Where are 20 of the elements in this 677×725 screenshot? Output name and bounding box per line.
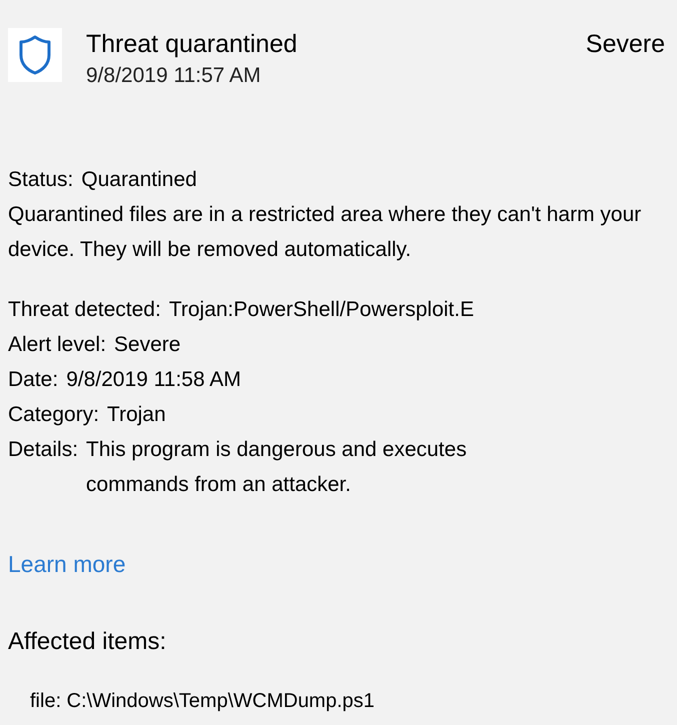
learn-more-link[interactable]: Learn more — [8, 551, 126, 577]
threat-title: Threat quarantined — [86, 29, 298, 60]
status-label: Status: — [8, 167, 74, 193]
detail-label: Details: — [8, 437, 78, 463]
detail-label: Threat detected: — [8, 297, 161, 323]
status-value: Quarantined — [81, 167, 197, 193]
detail-label: Date: — [8, 367, 58, 393]
affected-items-heading: Affected items: — [8, 626, 168, 656]
severity-label: Severe — [586, 29, 665, 60]
detail-label: Category: — [8, 402, 100, 428]
affected-file: file: C:\Windows\Temp\WCMDump.ps1 — [29, 688, 376, 714]
detail-value: This program is dangerous and executes commands from an attacker. — [86, 437, 468, 498]
status-description: Quarantined files are in a restricted area where they can't harm your device. They will be removed automatically. — [8, 202, 642, 263]
detail-value: 9/8/2019 11:58 AM — [66, 367, 242, 393]
shield-icon — [8, 28, 62, 82]
detail-value: Severe — [114, 332, 182, 358]
detail-label: Alert level: — [8, 332, 106, 358]
timestamp: 9/8/2019 11:57 AM — [86, 63, 262, 89]
detail-value: Trojan:PowerShell/Powersploit.E — [168, 297, 475, 323]
detail-value: Trojan — [107, 402, 167, 428]
